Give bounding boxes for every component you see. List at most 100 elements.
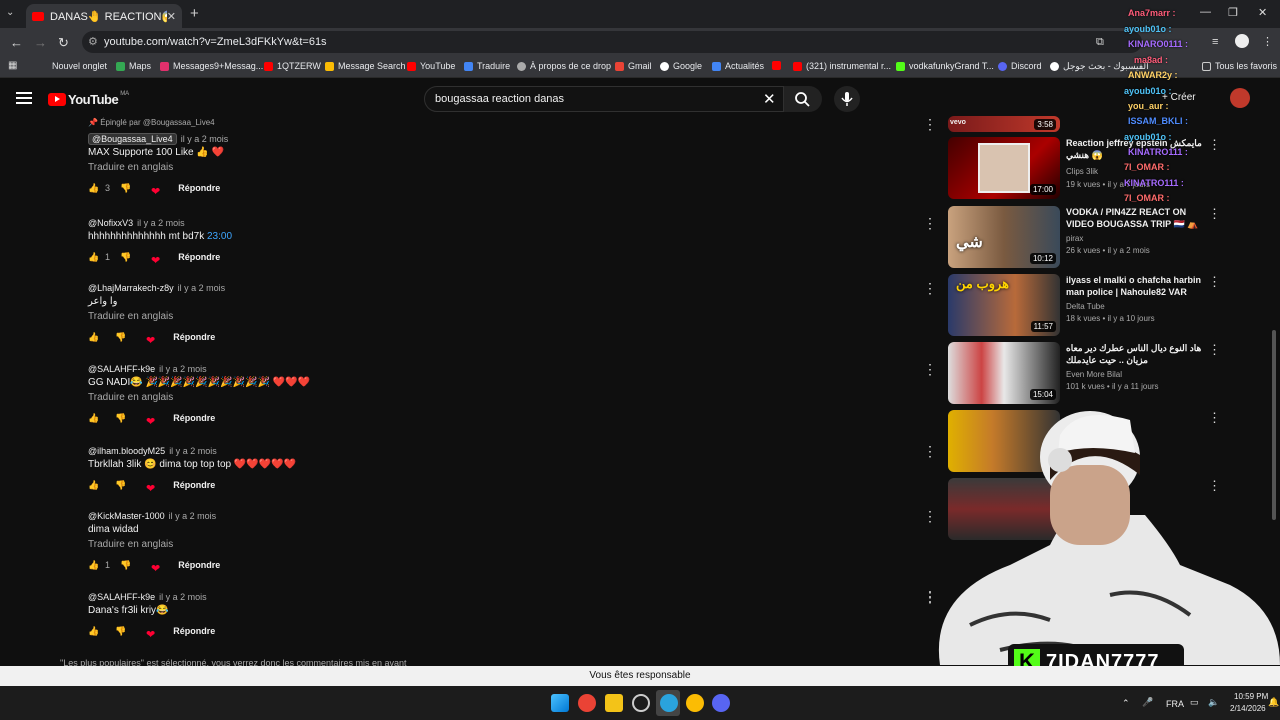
notification-icon[interactable]: 🔔: [1268, 697, 1279, 708]
dislike-icon[interactable]: 👎: [120, 560, 131, 571]
comment-menu-icon[interactable]: ⋮: [923, 280, 937, 297]
translate-link[interactable]: Traduire en anglais: [88, 539, 968, 550]
comment-time[interactable]: il y a 2 mois: [159, 592, 207, 602]
dislike-icon[interactable]: 👎: [115, 332, 126, 343]
bookmark[interactable]: [772, 61, 785, 70]
hamburger-menu-icon[interactable]: [16, 92, 32, 104]
related-video[interactable]: 17:00 Reaction jeffrey epstein مايمكش هن…: [948, 137, 1248, 199]
bookmark[interactable]: vodkafunkyGrand T...: [896, 61, 994, 71]
language-indicator[interactable]: FRA: [1166, 699, 1184, 709]
comment-time[interactable]: il y a 2 mois: [169, 511, 217, 521]
file-explorer-icon[interactable]: [605, 694, 623, 712]
comment-author[interactable]: @SALAHFF-k9e: [88, 364, 155, 374]
like-icon[interactable]: 👍: [88, 560, 99, 571]
close-window-icon[interactable]: ✕: [1258, 6, 1267, 19]
reply-button[interactable]: Répondre: [178, 560, 220, 570]
like-icon[interactable]: 👍: [88, 480, 99, 491]
bookmark[interactable]: Google: [660, 61, 702, 71]
discord-icon[interactable]: [712, 694, 730, 712]
video-menu-icon[interactable]: ⋮: [1208, 137, 1221, 153]
video-thumbnail[interactable]: vevo 3:58: [948, 116, 1060, 132]
timestamp-link[interactable]: 23:00: [207, 231, 232, 242]
reply-button[interactable]: Répondre: [173, 413, 215, 423]
comment-author[interactable]: @KickMaster-1000: [88, 511, 165, 521]
video-title[interactable]: ilyass el malki o chafcha harbin man pol…: [1066, 274, 1202, 298]
like-icon[interactable]: 👍: [88, 332, 99, 343]
channel-name[interactable]: pirax: [1066, 234, 1083, 243]
clock-time[interactable]: 10:59 PM: [1234, 692, 1268, 701]
close-tab-icon[interactable]: ✕: [167, 10, 176, 23]
extensions-icon[interactable]: ≡: [1212, 36, 1218, 48]
comment-author[interactable]: @ilham.bloodyM25: [88, 446, 165, 456]
forward-icon[interactable]: →: [34, 35, 47, 50]
translate-link[interactable]: Traduire en anglais: [88, 392, 968, 403]
channel-name[interactable]: Delta Tube: [1066, 302, 1105, 311]
youtube-logo[interactable]: YouTube MA: [48, 91, 129, 107]
comment-time[interactable]: il y a 2 mois: [181, 134, 229, 144]
like-icon[interactable]: 👍: [88, 183, 99, 194]
account-avatar[interactable]: [1230, 88, 1250, 108]
bookmark[interactable]: Gmail: [615, 61, 652, 71]
voice-search-button[interactable]: [834, 86, 860, 112]
comment-author[interactable]: @Bougassaa_Live4: [88, 133, 177, 145]
bookmark[interactable]: YouTube: [407, 61, 455, 71]
comment-menu-icon[interactable]: ⋮: [923, 116, 937, 133]
telegram-icon[interactable]: [660, 694, 678, 712]
comment-time[interactable]: il y a 2 mois: [178, 283, 226, 293]
site-info-icon[interactable]: ⚙: [88, 35, 98, 48]
bookmark[interactable]: Actualités: [712, 61, 764, 71]
comment-time[interactable]: il y a 2 mois: [137, 218, 185, 228]
video-thumbnail[interactable]: 17:00: [948, 137, 1060, 199]
like-icon[interactable]: 👍: [88, 413, 99, 424]
install-icon[interactable]: ⧉: [1096, 36, 1104, 49]
clear-search-icon[interactable]: ✕: [763, 90, 776, 108]
comment-time[interactable]: il y a 2 mois: [169, 446, 217, 456]
reply-button[interactable]: Répondre: [178, 252, 220, 262]
browser-tab[interactable]: DANAS🤚 REACTION😱VIDEO ✕: [26, 4, 182, 28]
obs-icon[interactable]: [632, 694, 650, 712]
maximize-icon[interactable]: ❐: [1228, 6, 1238, 19]
video-menu-icon[interactable]: ⋮: [1208, 274, 1221, 290]
chrome-icon[interactable]: [578, 694, 596, 712]
translate-link[interactable]: Traduire en anglais: [88, 311, 968, 322]
video-title[interactable]: VODKA / PIN4ZZ REACT ON VIDEO BOUGASSA T…: [1066, 206, 1202, 230]
reply-button[interactable]: Répondre: [173, 626, 215, 636]
search-input[interactable]: bougassaa reaction danas: [424, 86, 784, 112]
tab-list-icon[interactable]: ⌄: [6, 7, 14, 18]
chrome-profile-icon[interactable]: [686, 694, 704, 712]
comment-author[interactable]: @LhajMarrakech-z8y: [88, 283, 174, 293]
bookmark[interactable]: Messages9+Messag...: [160, 61, 263, 71]
reload-icon[interactable]: ↻: [58, 35, 69, 51]
comment-author[interactable]: @NofixxV3: [88, 218, 133, 228]
clock-date[interactable]: 2/14/2026: [1230, 704, 1266, 713]
translate-link[interactable]: Traduire en anglais: [88, 162, 968, 173]
reply-button[interactable]: Répondre: [178, 183, 220, 193]
video-menu-icon[interactable]: ⋮: [1208, 342, 1221, 358]
microphone-tray-icon[interactable]: 🎤: [1142, 697, 1153, 708]
video-title[interactable]: هاد النوع ديال الناس عطرك دير معاه مزيان…: [1066, 342, 1202, 366]
like-icon[interactable]: 👍: [88, 252, 99, 263]
apps-icon[interactable]: ▦: [8, 60, 17, 71]
comment-menu-icon[interactable]: ⋮: [923, 215, 937, 232]
bookmark[interactable]: À propos de ce drop: [517, 61, 611, 71]
video-menu-icon[interactable]: ⋮: [1208, 206, 1221, 222]
like-icon[interactable]: 👍: [88, 626, 99, 637]
comment-time[interactable]: il y a 2 mois: [159, 364, 207, 374]
volume-icon[interactable]: 🔈: [1208, 697, 1219, 708]
bookmark[interactable]: Discord: [998, 61, 1042, 71]
all-bookmarks[interactable]: Tous les favoris: [1202, 61, 1277, 71]
dislike-icon[interactable]: 👎: [120, 252, 131, 263]
dislike-icon[interactable]: 👎: [115, 413, 126, 424]
reply-button[interactable]: Répondre: [173, 480, 215, 490]
back-icon[interactable]: ←: [10, 35, 23, 50]
bookmark[interactable]: (321) instrumental r...: [793, 61, 891, 71]
dislike-icon[interactable]: 👎: [115, 480, 126, 491]
menu-icon[interactable]: ⋮: [1262, 35, 1273, 48]
video-thumbnail[interactable]: هروب من 11:57: [948, 274, 1060, 336]
bookmark[interactable]: Maps: [116, 61, 151, 71]
minimize-icon[interactable]: —: [1200, 6, 1211, 18]
dislike-icon[interactable]: 👎: [115, 626, 126, 637]
related-video[interactable]: شي 10:12 VODKA / PIN4ZZ REACT ON VIDEO B…: [948, 206, 1248, 268]
video-thumbnail[interactable]: شي 10:12: [948, 206, 1060, 268]
new-tab-icon[interactable]: +: [190, 5, 199, 22]
